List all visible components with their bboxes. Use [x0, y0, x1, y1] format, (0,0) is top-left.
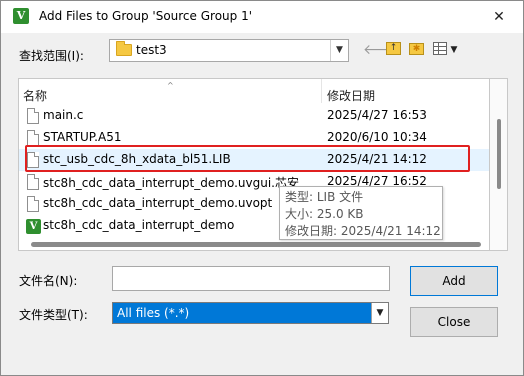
up-folder-icon[interactable]: ↑	[386, 42, 401, 55]
horizontal-scrollbar[interactable]	[19, 239, 489, 250]
column-header-name[interactable]: 名称	[23, 87, 47, 104]
look-in-value: test3	[136, 43, 167, 57]
annotation-highlight-box	[25, 145, 470, 172]
keil-project-icon: V	[26, 219, 41, 234]
file-type-value: All files (*.*)	[117, 306, 190, 320]
chevron-down-icon[interactable]: ▼	[371, 303, 388, 323]
tooltip-type: 类型: LIB 文件	[285, 190, 364, 204]
document-icon	[27, 108, 39, 124]
horizontal-scrollbar-thumb[interactable]	[31, 242, 481, 247]
file-row[interactable]: main.c 2025/4/27 16:53	[19, 105, 489, 127]
file-name-input[interactable]	[112, 266, 390, 291]
vertical-scrollbar-thumb[interactable]	[497, 119, 501, 189]
folder-icon	[116, 41, 132, 56]
file-name: stc8h_cdc_data_interrupt_demo.uvgui.芯安	[43, 176, 299, 190]
file-list-header: 名称 ^ 修改日期	[19, 79, 489, 103]
file-name: stc8h_cdc_data_interrupt_demo	[43, 218, 235, 232]
file-type-label: 文件类型(T):	[19, 308, 88, 322]
keil-app-icon: V	[13, 8, 29, 24]
file-info-tooltip: 类型: LIB 文件 大小: 25.0 KB 修改日期: 2025/4/21 1…	[279, 186, 443, 240]
column-header-date[interactable]: 修改日期	[327, 87, 375, 104]
window-title: Add Files to Group 'Source Group 1'	[39, 9, 253, 23]
view-menu-chevron-icon[interactable]: ▼	[449, 41, 459, 59]
add-files-dialog: V Add Files to Group 'Source Group 1' ✕ …	[0, 0, 524, 376]
document-icon	[27, 196, 39, 212]
file-date: 2020/6/10 10:34	[327, 130, 427, 144]
view-menu-icon[interactable]	[433, 42, 447, 55]
file-name-label: 文件名(N):	[19, 274, 78, 288]
add-button[interactable]: Add	[410, 266, 498, 296]
document-icon	[27, 130, 39, 146]
look-in-combo[interactable]: test3 ▼	[109, 39, 349, 62]
title-bar: V Add Files to Group 'Source Group 1' ✕	[1, 1, 523, 33]
file-date: 2025/4/27 16:53	[327, 108, 427, 122]
close-window-button[interactable]: ✕	[489, 7, 509, 27]
file-name: main.c	[43, 108, 84, 122]
file-name: STARTUP.A51	[43, 130, 122, 144]
chevron-down-icon[interactable]: ▼	[330, 40, 348, 61]
file-type-select[interactable]: All files (*.*) ▼	[112, 302, 389, 324]
column-divider[interactable]	[321, 79, 322, 103]
tooltip-size: 大小: 25.0 KB	[285, 207, 364, 221]
tooltip-modified: 修改日期: 2025/4/21 14:12	[285, 224, 441, 238]
look-in-label: 查找范围(I):	[19, 49, 84, 63]
file-name: stc8h_cdc_data_interrupt_demo.uvopt	[43, 196, 273, 210]
vertical-scrollbar[interactable]	[490, 78, 508, 251]
new-folder-icon[interactable]: ✱	[409, 43, 424, 55]
document-icon	[27, 174, 39, 190]
sort-ascending-icon: ^	[167, 81, 174, 90]
back-arrow-icon[interactable]: 🡐	[363, 41, 401, 59]
close-button[interactable]: Close	[410, 307, 498, 337]
